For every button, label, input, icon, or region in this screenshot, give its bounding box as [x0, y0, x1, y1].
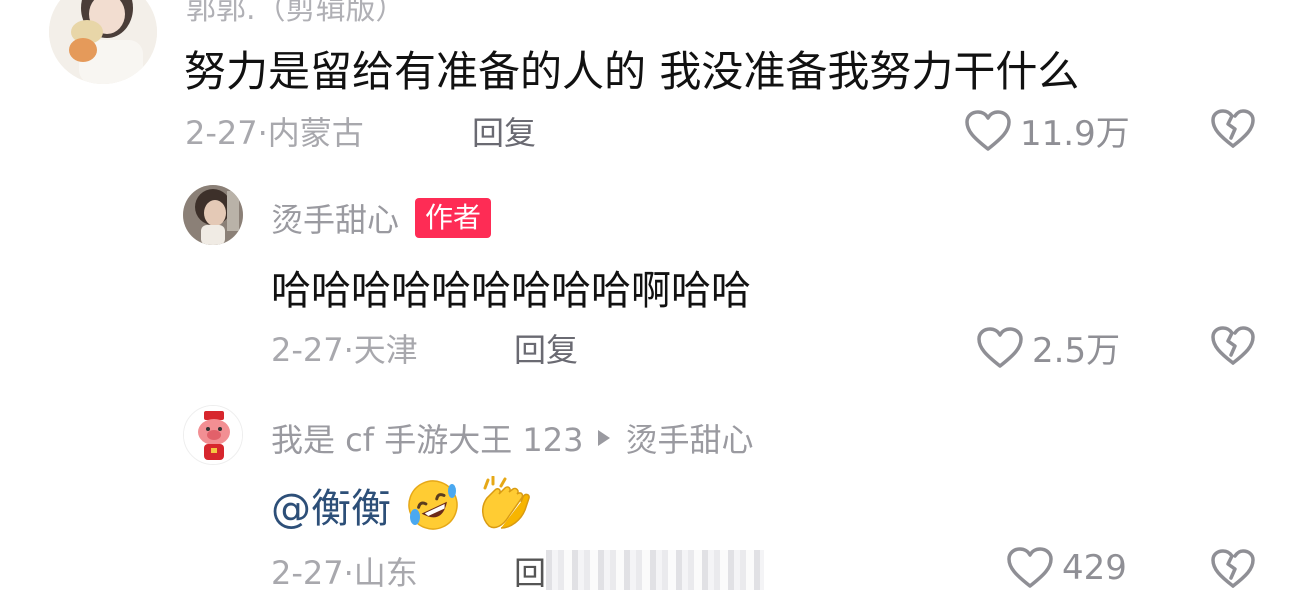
watermark-blur: [546, 550, 764, 590]
comment-3-like-button[interactable]: 429: [1006, 546, 1127, 590]
comment-3-header: 我是 cf 手游大王 123 烫手甜心: [271, 415, 753, 461]
author-badge: 作者: [415, 198, 492, 238]
comment-2-date: 2-27·: [271, 331, 354, 369]
comment-1-location: 内蒙古: [267, 114, 364, 152]
avatar-user-1[interactable]: [49, 0, 157, 84]
comment-1-reply-button[interactable]: 回复: [472, 108, 536, 154]
comment-1-meta: 2-27·内蒙古: [185, 108, 364, 154]
comment-2-location: 天津: [353, 331, 418, 369]
heart-outline-icon: [977, 326, 1023, 368]
broken-heart-icon[interactable]: [1210, 108, 1256, 150]
comment-3-text-row: @衡衡: [271, 476, 533, 534]
heart-outline-icon: [1007, 547, 1053, 588]
comment-2-like-button[interactable]: 2.5万: [976, 323, 1120, 372]
broken-heart-icon[interactable]: [1210, 325, 1256, 367]
comment-3-date: 2-27·: [271, 554, 354, 592]
comment-1-date: 2-27·: [185, 114, 268, 152]
broken-heart-icon[interactable]: [1210, 548, 1256, 590]
comment-2-like-count: 2.5万: [1032, 331, 1121, 371]
triangle-right-icon: [598, 430, 611, 446]
comment-1-username[interactable]: 郭郭.（剪辑版）: [186, 0, 406, 28]
comment-2-text: 哈哈哈哈哈哈哈哈哈啊哈哈: [271, 268, 751, 314]
comment-2-header: 烫手甜心 作者: [271, 195, 492, 241]
comment-2-username[interactable]: 烫手甜心: [271, 195, 399, 241]
comment-3-mention-link[interactable]: @衡衡: [271, 476, 391, 534]
comment-2-reply-button[interactable]: 回复: [514, 325, 578, 371]
heart-outline-icon: [965, 109, 1011, 151]
rofl-emoji-icon: [408, 480, 458, 530]
comment-3-like-count: 429: [1062, 548, 1127, 588]
avatar-user-2[interactable]: [183, 185, 243, 245]
comment-3-reply-to[interactable]: 烫手甜心: [625, 415, 753, 461]
clapping-hands-emoji-icon: [482, 476, 530, 529]
comment-3-meta: 2-27·山东: [271, 548, 418, 594]
comment-3-username[interactable]: 我是 cf 手游大王 123: [271, 415, 583, 461]
comment-3-reply-button[interactable]: 回: [514, 548, 546, 594]
comment-1-like-button[interactable]: 11.9万: [964, 106, 1130, 155]
comment-2-meta: 2-27·天津: [271, 325, 418, 371]
comment-1-like-count: 11.9万: [1020, 114, 1130, 154]
comment-1-text: 努力是留给有准备的人的 我没准备我努力干什么: [184, 47, 1080, 96]
avatar-user-3[interactable]: [183, 405, 243, 465]
comment-3-location: 山东: [353, 554, 418, 592]
